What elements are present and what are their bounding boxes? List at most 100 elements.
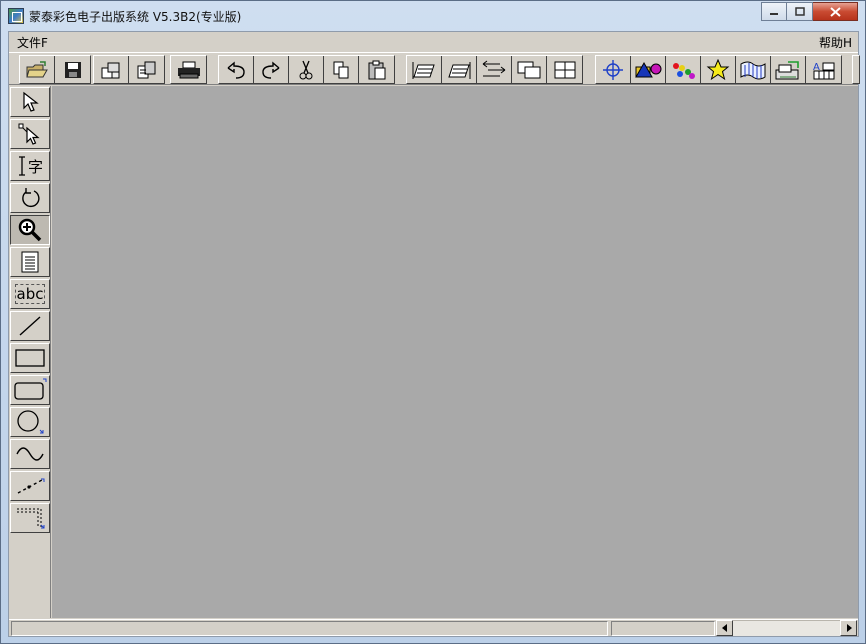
crosshair-icon <box>603 59 623 80</box>
maximize-button[interactable] <box>787 2 813 21</box>
texture-icon <box>740 61 766 79</box>
curve-icon <box>16 447 44 461</box>
status-pane-secondary <box>611 621 715 636</box>
maximize-icon <box>794 7 805 16</box>
app-icon[interactable] <box>8 8 24 24</box>
page-setup-button[interactable] <box>94 56 129 83</box>
toolbar-group-file <box>19 55 91 84</box>
main-toolbar: A <box>9 52 860 85</box>
menu-help[interactable]: 帮助H <box>817 34 854 51</box>
arrow-left-icon <box>721 624 727 632</box>
split-window-button[interactable] <box>547 56 582 83</box>
ellipse-tool[interactable] <box>10 407 50 437</box>
shapes-color-button[interactable] <box>631 56 666 83</box>
color-palette-icon <box>673 62 695 79</box>
curve-tool[interactable] <box>10 439 50 469</box>
ellipse-icon <box>17 410 44 434</box>
save-disk-icon <box>64 61 81 78</box>
text-cursor-tool[interactable]: 字 <box>10 151 50 181</box>
page-swap-button[interactable] <box>477 56 512 83</box>
close-button[interactable] <box>813 2 858 21</box>
node-pointer-icon <box>18 123 40 145</box>
open-button[interactable] <box>20 56 55 83</box>
toolbar-group-edit <box>218 55 395 84</box>
title-bar[interactable]: 蒙泰彩色电子出版系统 V5.3B2(专业版) <box>1 1 865 31</box>
dashed-line-icon <box>17 478 45 494</box>
arrow-right-icon <box>846 624 852 632</box>
star-icon <box>706 58 730 80</box>
scroll-right-button[interactable] <box>840 620 857 636</box>
text-cursor-icon <box>18 156 25 176</box>
delete-page-button[interactable] <box>442 56 477 83</box>
split-window-icon <box>554 61 575 78</box>
text-block-tool[interactable]: abc <box>10 279 50 309</box>
polyline-tool[interactable] <box>10 471 50 501</box>
toolbar-group-pages <box>406 55 583 84</box>
page-tool[interactable] <box>10 247 50 277</box>
menu-file[interactable]: 文件F <box>15 34 50 51</box>
image-import-icon <box>775 60 799 79</box>
overlap-pages-button[interactable] <box>512 56 547 83</box>
insert-page-icon <box>412 61 435 79</box>
print-icon <box>177 61 200 78</box>
table-tool[interactable] <box>10 503 50 533</box>
color-palette-button[interactable] <box>666 56 701 83</box>
copy-icon <box>333 61 349 78</box>
zoom-tool[interactable] <box>10 215 50 245</box>
page-properties-button[interactable] <box>129 56 164 83</box>
toolbar-group-overflow <box>852 55 860 84</box>
close-icon <box>829 6 841 17</box>
select-tool[interactable] <box>10 87 50 117</box>
page-swap-icon <box>482 60 506 76</box>
image-import-button[interactable] <box>771 56 806 83</box>
cut-button[interactable] <box>289 56 324 83</box>
shapes-color-icon <box>635 61 662 77</box>
open-folder-icon <box>26 60 48 77</box>
page-setup-icon <box>101 62 120 78</box>
line-icon <box>19 316 41 336</box>
minimize-icon <box>770 12 778 15</box>
cut-icon <box>299 60 313 79</box>
redo-button[interactable] <box>254 56 289 83</box>
menu-bar: 文件F 帮助H <box>9 32 858 51</box>
undo-icon <box>227 61 245 79</box>
redo-icon <box>262 61 280 79</box>
arrow-pointer-icon <box>23 91 39 112</box>
horizontal-scroll-track[interactable] <box>733 620 840 636</box>
toolbar-group-objects: A <box>595 55 842 84</box>
node-edit-tool[interactable] <box>10 119 50 149</box>
minimize-button[interactable] <box>761 2 787 21</box>
text-grid-icon: A <box>813 62 834 79</box>
app-window: 蒙泰彩色电子出版系统 V5.3B2(专业版) 文件F 帮助H A 字 abc <box>0 0 866 644</box>
page-icon <box>21 251 39 273</box>
text-grid-button[interactable]: A <box>806 56 841 83</box>
crosshair-button[interactable] <box>596 56 631 83</box>
rounded-rectangle-tool[interactable] <box>10 375 50 405</box>
insert-page-button[interactable] <box>407 56 442 83</box>
client-area: 文件F 帮助H A 字 abc <box>8 31 860 637</box>
paste-button[interactable] <box>359 56 394 83</box>
print-button[interactable] <box>171 56 206 83</box>
scroll-left-button[interactable] <box>716 620 733 636</box>
save-button[interactable] <box>55 56 90 83</box>
rectangle-icon <box>15 349 45 367</box>
star-button[interactable] <box>701 56 736 83</box>
texture-button[interactable] <box>736 56 771 83</box>
toolbar-group-print <box>170 55 207 84</box>
tool-palette: 字 abc <box>9 86 51 618</box>
line-tool[interactable] <box>10 311 50 341</box>
status-pane-main <box>11 621 608 636</box>
copy-button[interactable] <box>324 56 359 83</box>
undo-button[interactable] <box>219 56 254 83</box>
window-controls <box>761 2 858 22</box>
document-canvas[interactable] <box>52 86 858 618</box>
page-properties-icon <box>137 61 155 78</box>
rotate-tool[interactable] <box>10 183 50 213</box>
window-title: 蒙泰彩色电子出版系统 V5.3B2(专业版) <box>29 10 242 24</box>
overlap-pages-icon <box>517 61 541 78</box>
text-block-icon: abc <box>14 284 46 304</box>
delete-page-icon <box>448 61 471 79</box>
paste-icon <box>368 60 385 79</box>
rounded-rectangle-icon <box>14 378 47 400</box>
rectangle-tool[interactable] <box>10 343 50 373</box>
